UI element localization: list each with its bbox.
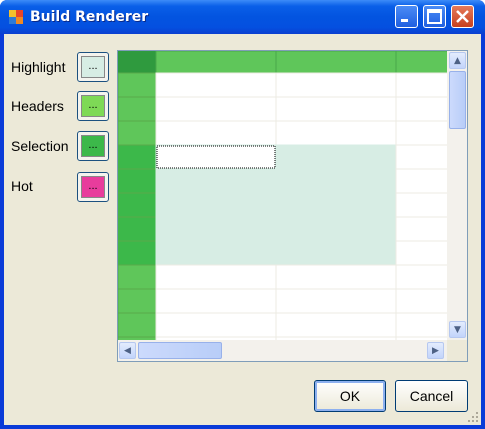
title-bar[interactable]: Build Renderer xyxy=(0,0,485,34)
selection-color-swatch: ... xyxy=(81,135,105,157)
ok-button[interactable]: OK xyxy=(314,380,386,412)
column-header[interactable] xyxy=(155,51,277,74)
row-header[interactable] xyxy=(118,72,157,98)
grid-cell[interactable] xyxy=(275,144,397,170)
row-header[interactable] xyxy=(118,96,157,122)
selection-color-button[interactable]: ... xyxy=(77,131,109,161)
cancel-button[interactable]: Cancel xyxy=(395,380,468,412)
highlight-color-swatch: ... xyxy=(81,56,105,78)
row-header[interactable] xyxy=(118,144,157,170)
preview-grid-cells[interactable] xyxy=(118,51,467,361)
row-header[interactable] xyxy=(118,120,157,146)
dialog-client-area: Highlight ... Headers ... Selection ... … xyxy=(4,34,481,425)
row-header[interactable] xyxy=(118,216,157,242)
vertical-scrollbar[interactable]: ▲ ▼ xyxy=(447,51,467,340)
grid-cell[interactable] xyxy=(155,120,277,146)
grid-cell[interactable] xyxy=(275,96,397,122)
grid-cell[interactable] xyxy=(155,72,277,98)
headers-label: Headers xyxy=(11,98,64,114)
grid-cell[interactable] xyxy=(275,120,397,146)
chevron-up-icon: ▲ xyxy=(454,55,461,66)
highlight-label: Highlight xyxy=(11,59,66,75)
chevron-right-icon: ▶ xyxy=(432,345,439,356)
selection-label: Selection xyxy=(11,138,69,154)
app-icon xyxy=(9,10,23,24)
build-renderer-window: Build Renderer Highlight ... Headers ...… xyxy=(0,0,485,429)
grid-cell[interactable] xyxy=(275,312,397,338)
minimize-icon xyxy=(401,19,408,22)
scrollbar-corner xyxy=(447,340,467,361)
close-icon xyxy=(456,10,469,23)
window-title: Build Renderer xyxy=(30,9,149,25)
preview-grid[interactable] xyxy=(117,50,468,362)
highlight-color-button[interactable]: ... xyxy=(77,52,109,82)
grid-cell[interactable] xyxy=(155,192,277,218)
grid-cell[interactable] xyxy=(155,312,277,338)
grid-cell[interactable] xyxy=(155,96,277,122)
grid-cell[interactable] xyxy=(275,216,397,242)
scroll-down-button[interactable]: ▼ xyxy=(449,321,466,338)
scroll-right-button[interactable]: ▶ xyxy=(427,342,444,359)
grid-cell[interactable] xyxy=(275,240,397,266)
row-header[interactable] xyxy=(118,264,157,290)
grid-cell[interactable] xyxy=(155,288,277,314)
grid-cell[interactable] xyxy=(155,240,277,266)
minimize-button[interactable] xyxy=(395,5,418,28)
hot-color-swatch: ... xyxy=(81,176,105,198)
vertical-scroll-thumb[interactable] xyxy=(449,71,466,129)
grid-corner-header[interactable] xyxy=(118,51,156,73)
headers-color-button[interactable]: ... xyxy=(77,91,109,121)
maximize-button[interactable] xyxy=(423,5,446,28)
horizontal-scrollbar[interactable]: ◀ ▶ xyxy=(118,340,447,361)
grid-cell[interactable] xyxy=(275,168,397,194)
grid-cell[interactable] xyxy=(155,264,277,290)
horizontal-scroll-thumb[interactable] xyxy=(138,342,222,359)
row-header[interactable] xyxy=(118,288,157,314)
grid-cell[interactable] xyxy=(155,216,277,242)
scroll-up-button[interactable]: ▲ xyxy=(449,52,466,69)
maximize-icon xyxy=(427,9,442,24)
column-header[interactable] xyxy=(275,51,397,74)
chevron-down-icon: ▼ xyxy=(454,324,461,335)
grid-cell[interactable] xyxy=(275,264,397,290)
grid-cell[interactable] xyxy=(275,72,397,98)
scroll-left-button[interactable]: ◀ xyxy=(119,342,136,359)
close-button[interactable] xyxy=(451,5,474,28)
current-cell[interactable] xyxy=(156,145,276,169)
row-header[interactable] xyxy=(118,192,157,218)
grid-cell[interactable] xyxy=(155,168,277,194)
headers-color-swatch: ... xyxy=(81,95,105,117)
chevron-left-icon: ◀ xyxy=(124,345,131,356)
row-header[interactable] xyxy=(118,240,157,266)
hot-color-button[interactable]: ... xyxy=(77,172,109,202)
grid-cell[interactable] xyxy=(275,288,397,314)
hot-label: Hot xyxy=(11,178,33,194)
row-header[interactable] xyxy=(118,312,157,338)
resize-grip-icon[interactable] xyxy=(467,411,479,423)
row-header[interactable] xyxy=(118,168,157,194)
grid-cell[interactable] xyxy=(275,192,397,218)
